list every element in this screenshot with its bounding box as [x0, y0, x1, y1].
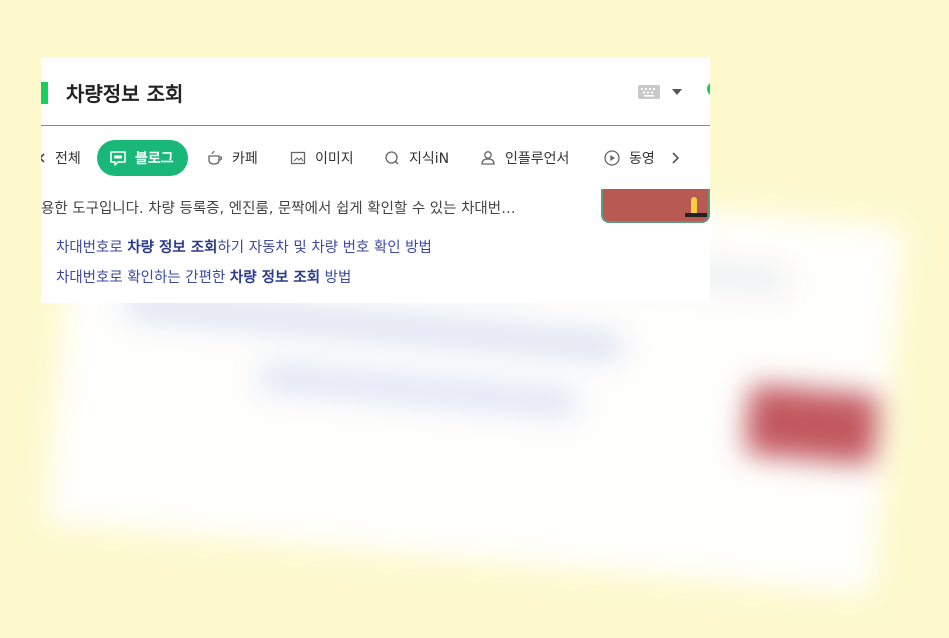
tab-label: 지식iN	[409, 151, 450, 167]
related-link[interactable]: 차대번호로 확인하는 간편한 차량 정보 조회 방법	[56, 266, 351, 287]
tab-video[interactable]: 동영	[603, 140, 655, 176]
brand-mark	[41, 82, 48, 104]
tab-blog[interactable]: 블로그	[97, 140, 188, 176]
cafe-icon	[206, 149, 224, 167]
tab-label: 이미지	[315, 151, 354, 167]
tab-label: 카페	[232, 151, 258, 167]
blurred-thumbnail	[744, 384, 880, 466]
result-thumbnail[interactable]	[601, 189, 710, 223]
tab-label: 블로그	[135, 151, 174, 167]
tab-label: 동영	[629, 151, 655, 167]
search-bar[interactable]: 차량정보 조회	[41, 58, 710, 126]
thumbnail-base	[685, 213, 707, 217]
blog-icon	[109, 149, 127, 167]
image-icon	[289, 149, 307, 167]
keyboard-icon[interactable]	[638, 85, 660, 99]
search-tabs: 전체 블로그 카페 이미지 지식iN 인플루언서 동영	[41, 138, 710, 178]
link-text: 차대번호로	[56, 240, 128, 256]
link-text: 방법	[320, 270, 352, 286]
tab-all[interactable]: 전체	[41, 140, 81, 176]
knowledge-icon	[383, 149, 401, 167]
chevron-down-icon[interactable]	[672, 89, 682, 95]
related-link[interactable]: 차대번호로 차량 정보 조회하기 자동차 및 차량 번호 확인 방법	[56, 236, 432, 257]
all-icon	[41, 149, 47, 167]
search-query[interactable]: 차량정보 조회	[66, 78, 183, 107]
chevron-right-icon[interactable]	[667, 146, 685, 170]
search-button-icon[interactable]	[707, 82, 710, 96]
tab-cafe[interactable]: 카페	[206, 140, 258, 176]
link-text: 하기 자동차 및 차량 번호 확인 방법	[217, 240, 432, 256]
tab-image[interactable]: 이미지	[289, 140, 354, 176]
tab-label: 전체	[55, 151, 81, 167]
thumbnail-figure	[691, 197, 697, 213]
tab-influencer[interactable]: 인플루언서	[479, 140, 569, 176]
tab-knowledge[interactable]: 지식iN	[383, 140, 449, 176]
result-snippet: 용한 도구입니다. 차량 등록증, 엔진룸, 문짝에서 쉽게 확인할 수 있는 …	[41, 201, 516, 217]
person-icon	[479, 149, 497, 167]
blurred-block	[257, 361, 580, 420]
tab-label: 인플루언서	[505, 151, 570, 167]
link-highlight: 차량 정보 조회	[229, 270, 321, 286]
link-text: 차대번호로 확인하는 간편한	[56, 270, 230, 286]
link-highlight: 차량 정보 조회	[127, 240, 218, 256]
snippet-cropped-line	[41, 187, 586, 193]
search-result-card: 차량정보 조회 전체 블로그 카페 이미지 지식iN 인플루언서 동영 용한 도…	[41, 58, 710, 303]
play-icon	[603, 149, 621, 167]
